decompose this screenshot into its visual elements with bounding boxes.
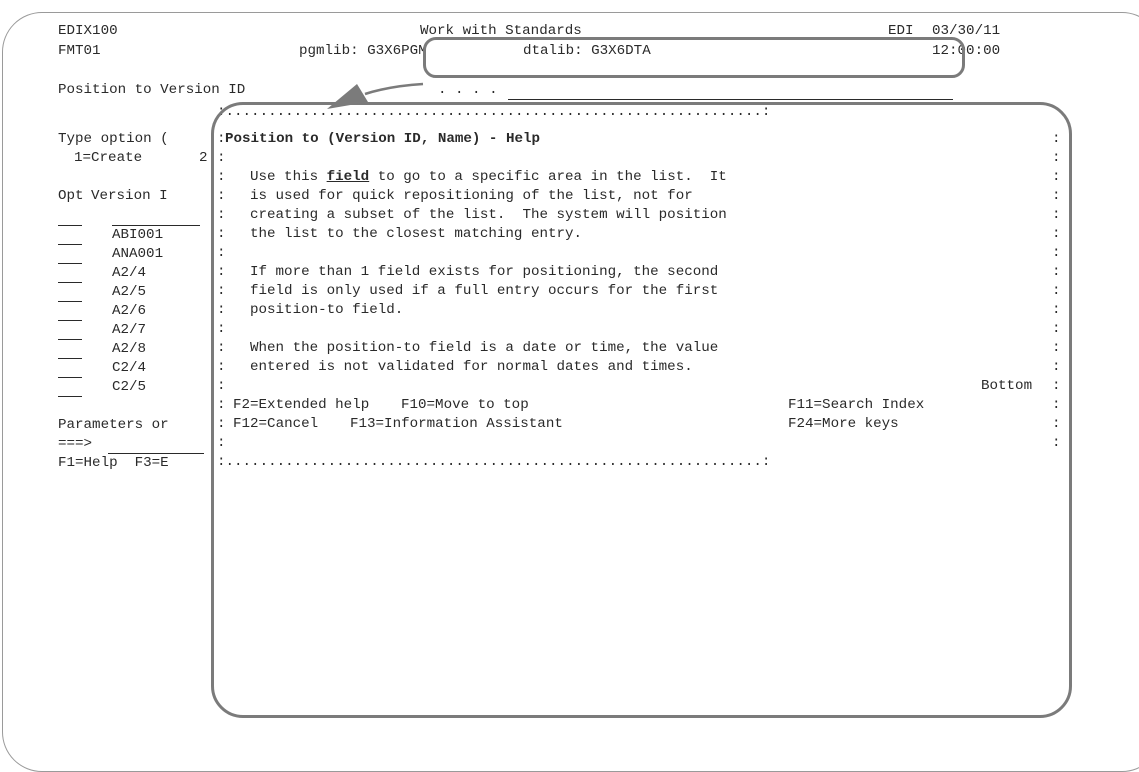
callout-arrow — [327, 82, 424, 109]
